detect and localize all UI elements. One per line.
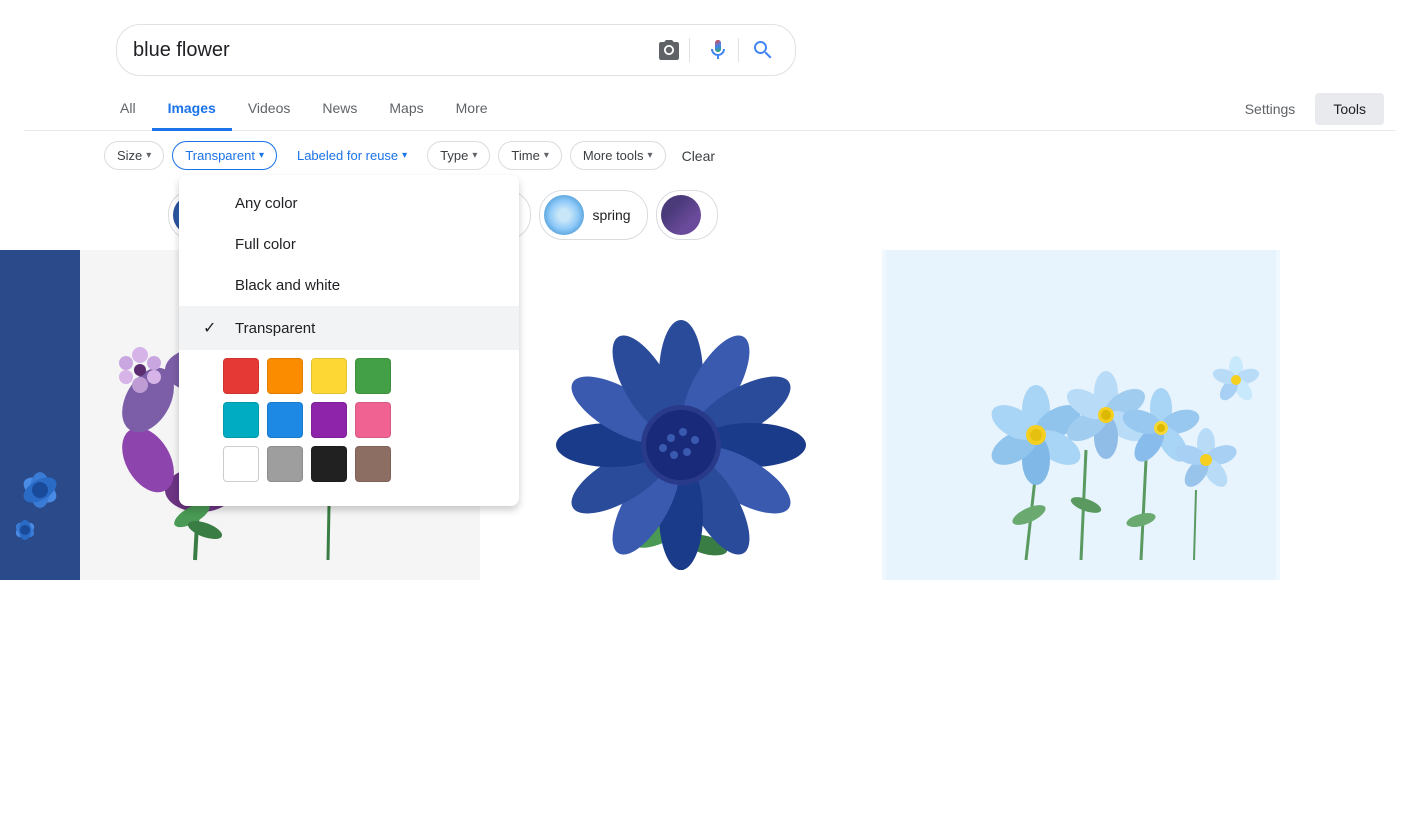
dropdown-label-full-color: Full color [235,236,296,253]
swatch-black[interactable] [311,446,347,482]
chip-img-last [661,195,701,235]
swatch-brown[interactable] [355,446,391,482]
more-tools-filter[interactable]: More tools ▾ [570,141,666,170]
swatch-pink[interactable] [355,402,391,438]
search-icon[interactable] [747,38,779,62]
time-label: Time [511,148,539,163]
type-filter[interactable]: Type ▾ [427,141,490,170]
search-box[interactable] [116,24,796,76]
image-3-svg [882,250,1280,580]
chip-label-spring: spring [592,207,630,223]
nav-item-news[interactable]: News [306,88,373,131]
more-tools-chevron-icon: ▾ [648,150,653,161]
swatch-yellow[interactable] [311,358,347,394]
dropdown-item-full-color[interactable]: Full color [179,224,519,265]
check-transparent: ✓ [203,318,223,338]
swatch-green[interactable] [355,358,391,394]
color-swatch-grid [179,350,519,498]
swatch-white[interactable] [223,446,259,482]
size-label: Size [117,148,142,163]
type-chevron-icon: ▾ [472,150,477,161]
search-input[interactable] [133,39,641,62]
swatch-red[interactable] [223,358,259,394]
swatch-purple[interactable] [311,402,347,438]
license-chevron-icon: ▾ [402,150,407,161]
color-label: Transparent [185,148,255,163]
nav-item-more[interactable]: More [440,88,504,131]
nav-item-videos[interactable]: Videos [232,88,307,131]
swatch-teal[interactable] [223,402,259,438]
nav-tools-button[interactable]: Tools [1315,93,1384,125]
left-strip-svg [0,250,80,580]
color-chevron-icon: ▾ [259,150,264,161]
header: All Images Videos News Maps More Setting… [0,0,1420,180]
license-filter[interactable]: Labeled for reuse ▾ [285,142,419,169]
search-row [24,16,1396,88]
image-2-svg [482,250,880,580]
dropdown-label-transparent: Transparent [235,320,315,337]
clear-button[interactable]: Clear [674,142,723,170]
swatch-gray[interactable] [267,446,303,482]
dropdown-item-black-white[interactable]: Black and white [179,265,519,306]
size-chevron-icon: ▾ [146,150,151,161]
size-filter[interactable]: Size ▾ [104,141,164,170]
color-dropdown: Any color Full color Black and white ✓ T… [179,175,519,506]
type-label: Type [440,148,468,163]
chip-img-spring [544,195,584,235]
mic-icon[interactable] [698,38,739,62]
nav-row: All Images Videos News Maps More Setting… [24,88,1396,131]
search-icons [649,38,779,62]
left-image-strip [0,250,80,580]
nav-item-maps[interactable]: Maps [373,88,439,131]
color-filter[interactable]: Transparent ▾ [172,141,277,170]
more-tools-label: More tools [583,148,644,163]
nav-item-images[interactable]: Images [152,88,232,131]
image-2[interactable] [480,250,880,580]
dropdown-label-black-white: Black and white [235,277,340,294]
time-chevron-icon: ▾ [544,150,549,161]
chip-spring[interactable]: spring [539,190,647,240]
filter-row: Size ▾ Transparent ▾ Labeled for reuse ▾… [24,131,1396,180]
swatch-orange[interactable] [267,358,303,394]
swatch-blue[interactable] [267,402,303,438]
dropdown-item-any-color[interactable]: Any color [179,183,519,224]
dropdown-label-any-color: Any color [235,195,298,212]
chip-last[interactable] [656,190,718,240]
time-filter[interactable]: Time ▾ [498,141,561,170]
nav-settings[interactable]: Settings [1229,89,1312,129]
camera-icon[interactable] [649,38,690,62]
dropdown-item-transparent[interactable]: ✓ Transparent [179,306,519,350]
license-label: Labeled for reuse [297,148,398,163]
image-3[interactable] [880,250,1280,580]
nav-item-all[interactable]: All [104,88,152,131]
